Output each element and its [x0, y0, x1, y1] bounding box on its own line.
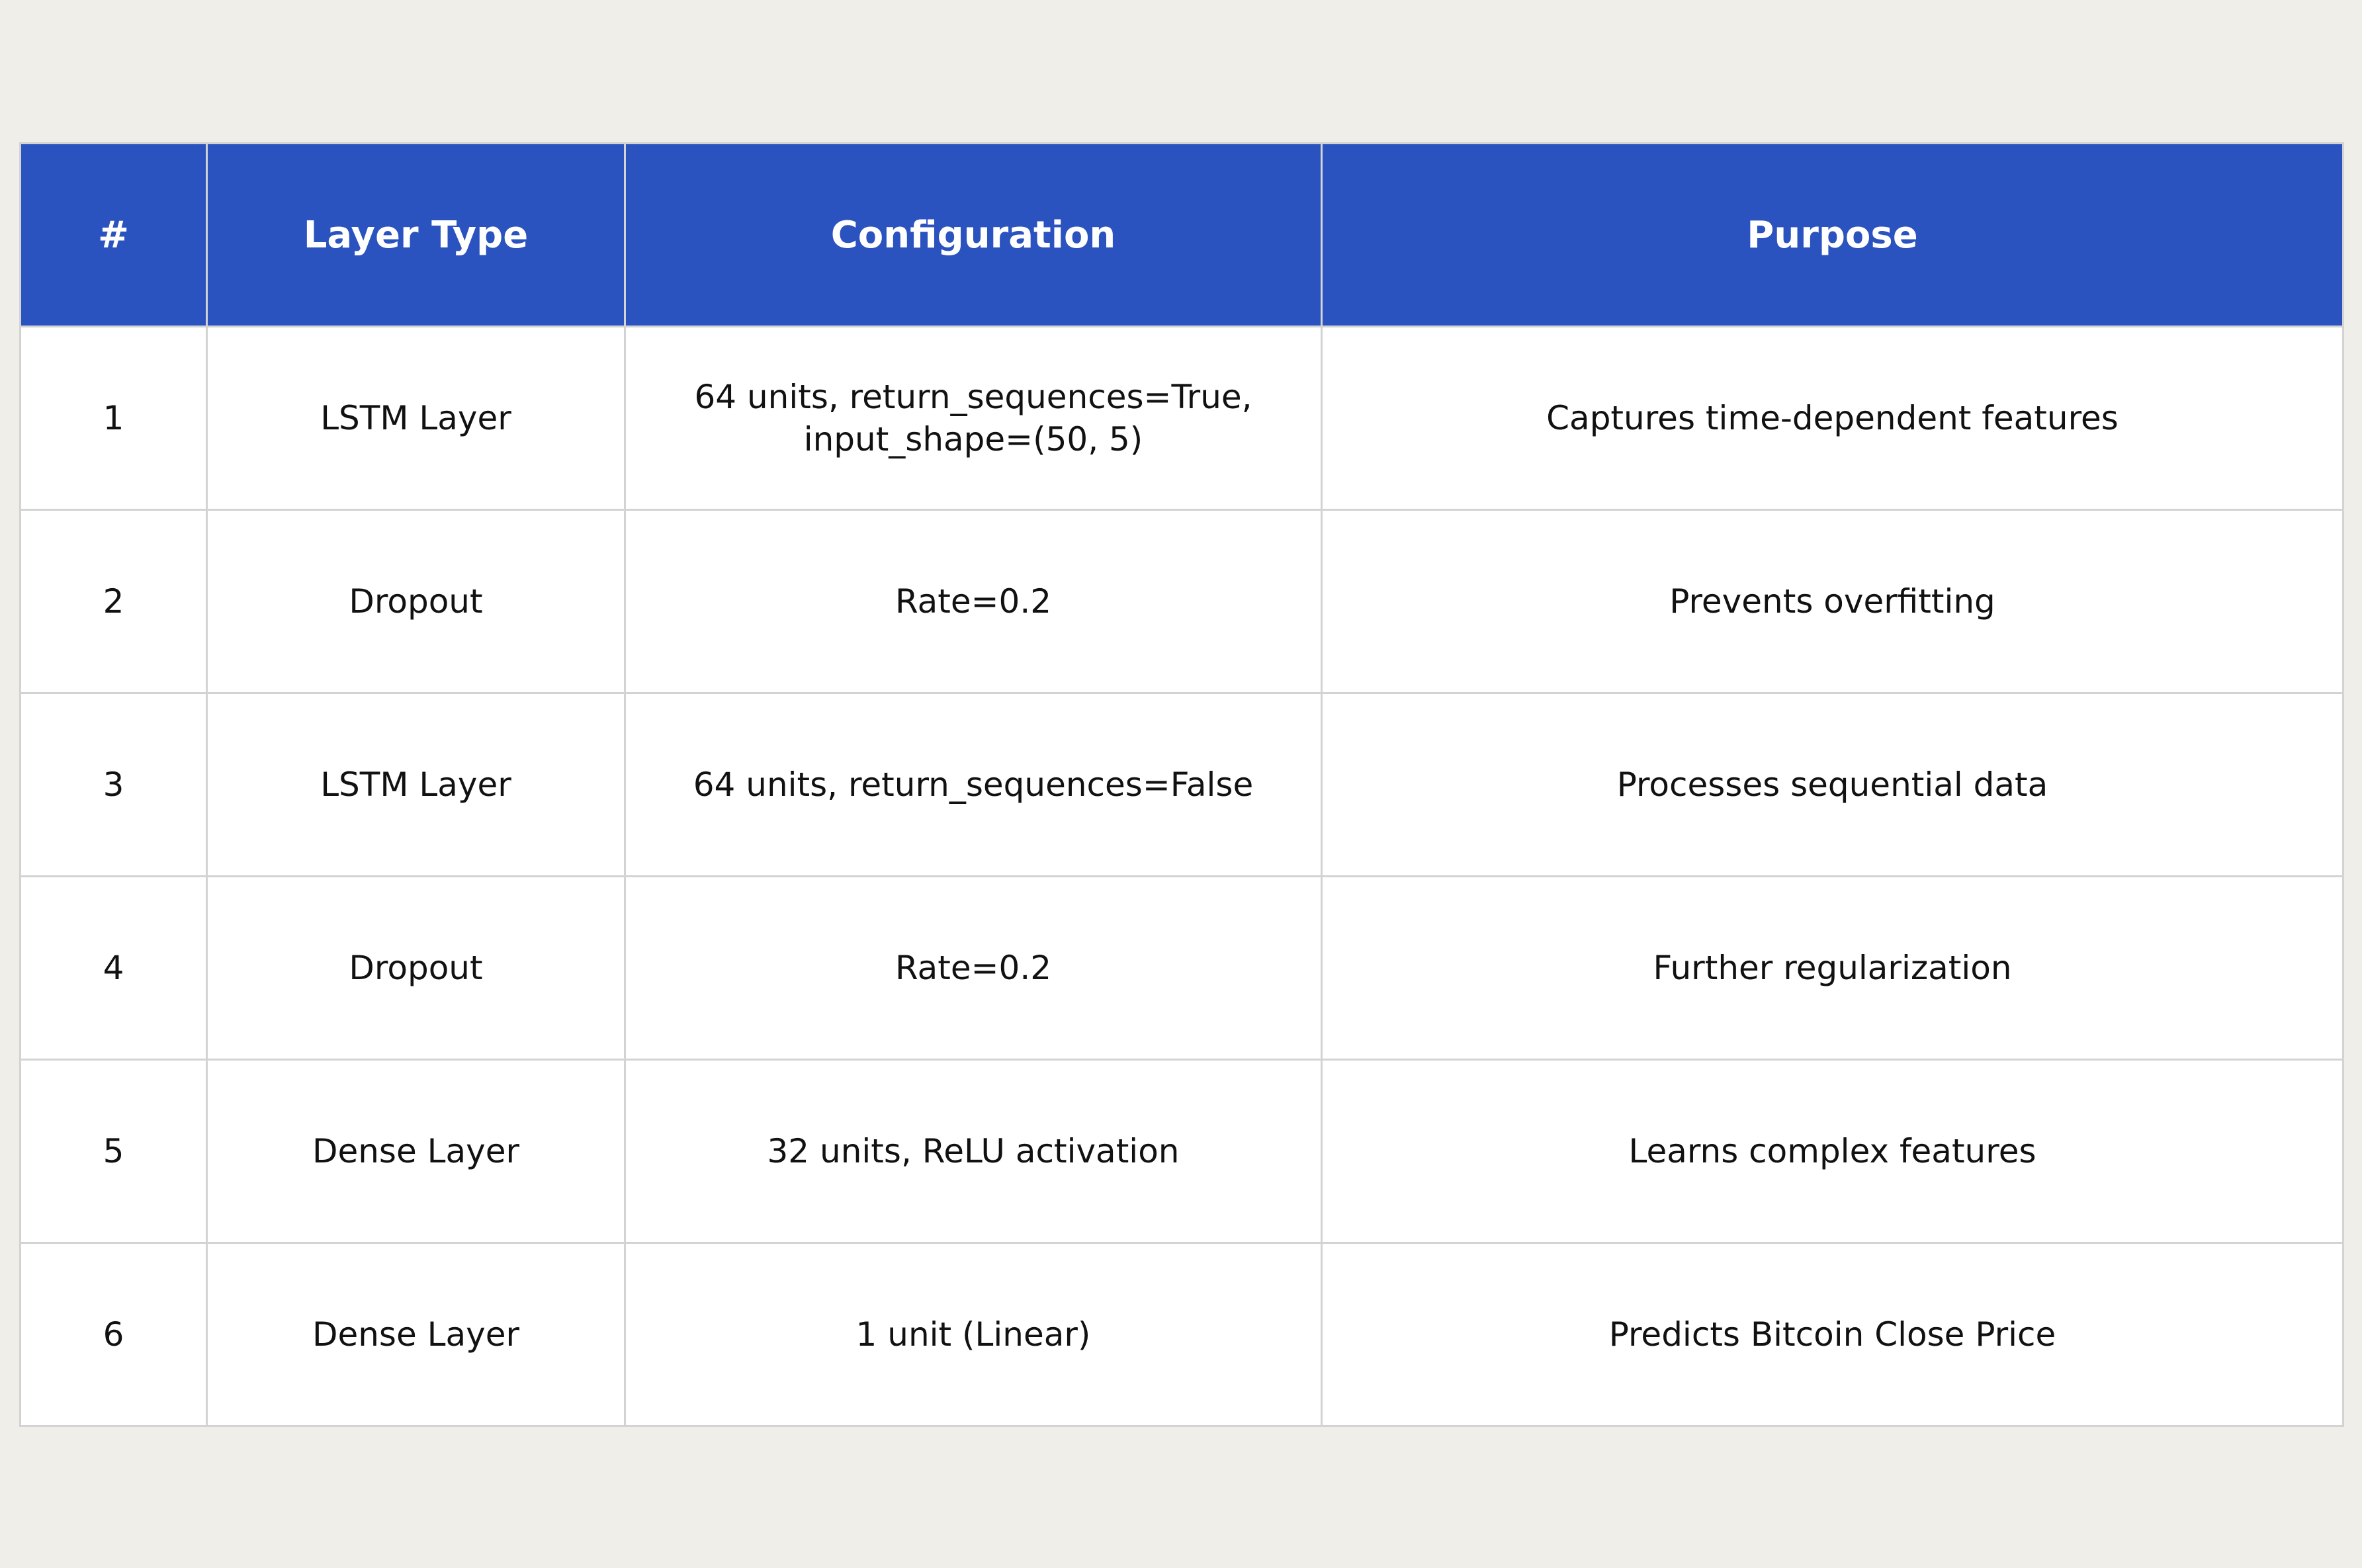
cell-purpose: Processes sequential data [1321, 692, 2344, 877]
cell-layer-type: Dense Layer [206, 1242, 626, 1427]
header-purpose: Purpose [1321, 142, 2344, 327]
cell-index: 3 [19, 692, 208, 877]
cell-purpose: Prevents overfitting [1321, 509, 2344, 694]
cell-purpose: Further regularization [1321, 875, 2344, 1061]
table-row: 1 LSTM Layer 64 units, return_sequences=… [19, 326, 2344, 511]
cell-layer-type: Dropout [206, 509, 626, 694]
table-row: 4 Dropout Rate=0.2 Further regularizatio… [19, 875, 2344, 1061]
table-row: 3 LSTM Layer 64 units, return_sequences=… [19, 692, 2344, 877]
table-header-row: # Layer Type Configuration Purpose [19, 142, 2344, 327]
cell-configuration: 32 units, ReLU activation [624, 1059, 1323, 1244]
cell-configuration: Rate=0.2 [624, 509, 1323, 694]
cell-configuration: 64 units, return_sequences=True, input_s… [624, 326, 1323, 511]
cell-configuration: 64 units, return_sequences=False [624, 692, 1323, 877]
layer-table-container: # Layer Type Configuration Purpose 1 LST… [19, 142, 2344, 1427]
cell-layer-type: LSTM Layer [206, 326, 626, 511]
cell-configuration: Rate=0.2 [624, 875, 1323, 1061]
header-layer-type: Layer Type [206, 142, 626, 327]
cell-layer-type: Dropout [206, 875, 626, 1061]
cell-purpose: Learns complex features [1321, 1059, 2344, 1244]
header-configuration: Configuration [624, 142, 1323, 327]
cell-index: 6 [19, 1242, 208, 1427]
table-row: 6 Dense Layer 1 unit (Linear) Predicts B… [19, 1242, 2344, 1427]
cell-index: 5 [19, 1059, 208, 1244]
cell-configuration: 1 unit (Linear) [624, 1242, 1323, 1427]
cell-layer-type: Dense Layer [206, 1059, 626, 1244]
cell-index: 4 [19, 875, 208, 1061]
header-index: # [19, 142, 208, 327]
cell-purpose: Captures time-dependent features [1321, 326, 2344, 511]
cell-index: 2 [19, 509, 208, 694]
cell-layer-type: LSTM Layer [206, 692, 626, 877]
table-row: 5 Dense Layer 32 units, ReLU activation … [19, 1059, 2344, 1244]
cell-index: 1 [19, 326, 208, 511]
layer-table: # Layer Type Configuration Purpose 1 LST… [19, 142, 2344, 1427]
table-row: 2 Dropout Rate=0.2 Prevents overfitting [19, 509, 2344, 694]
cell-purpose: Predicts Bitcoin Close Price [1321, 1242, 2344, 1427]
